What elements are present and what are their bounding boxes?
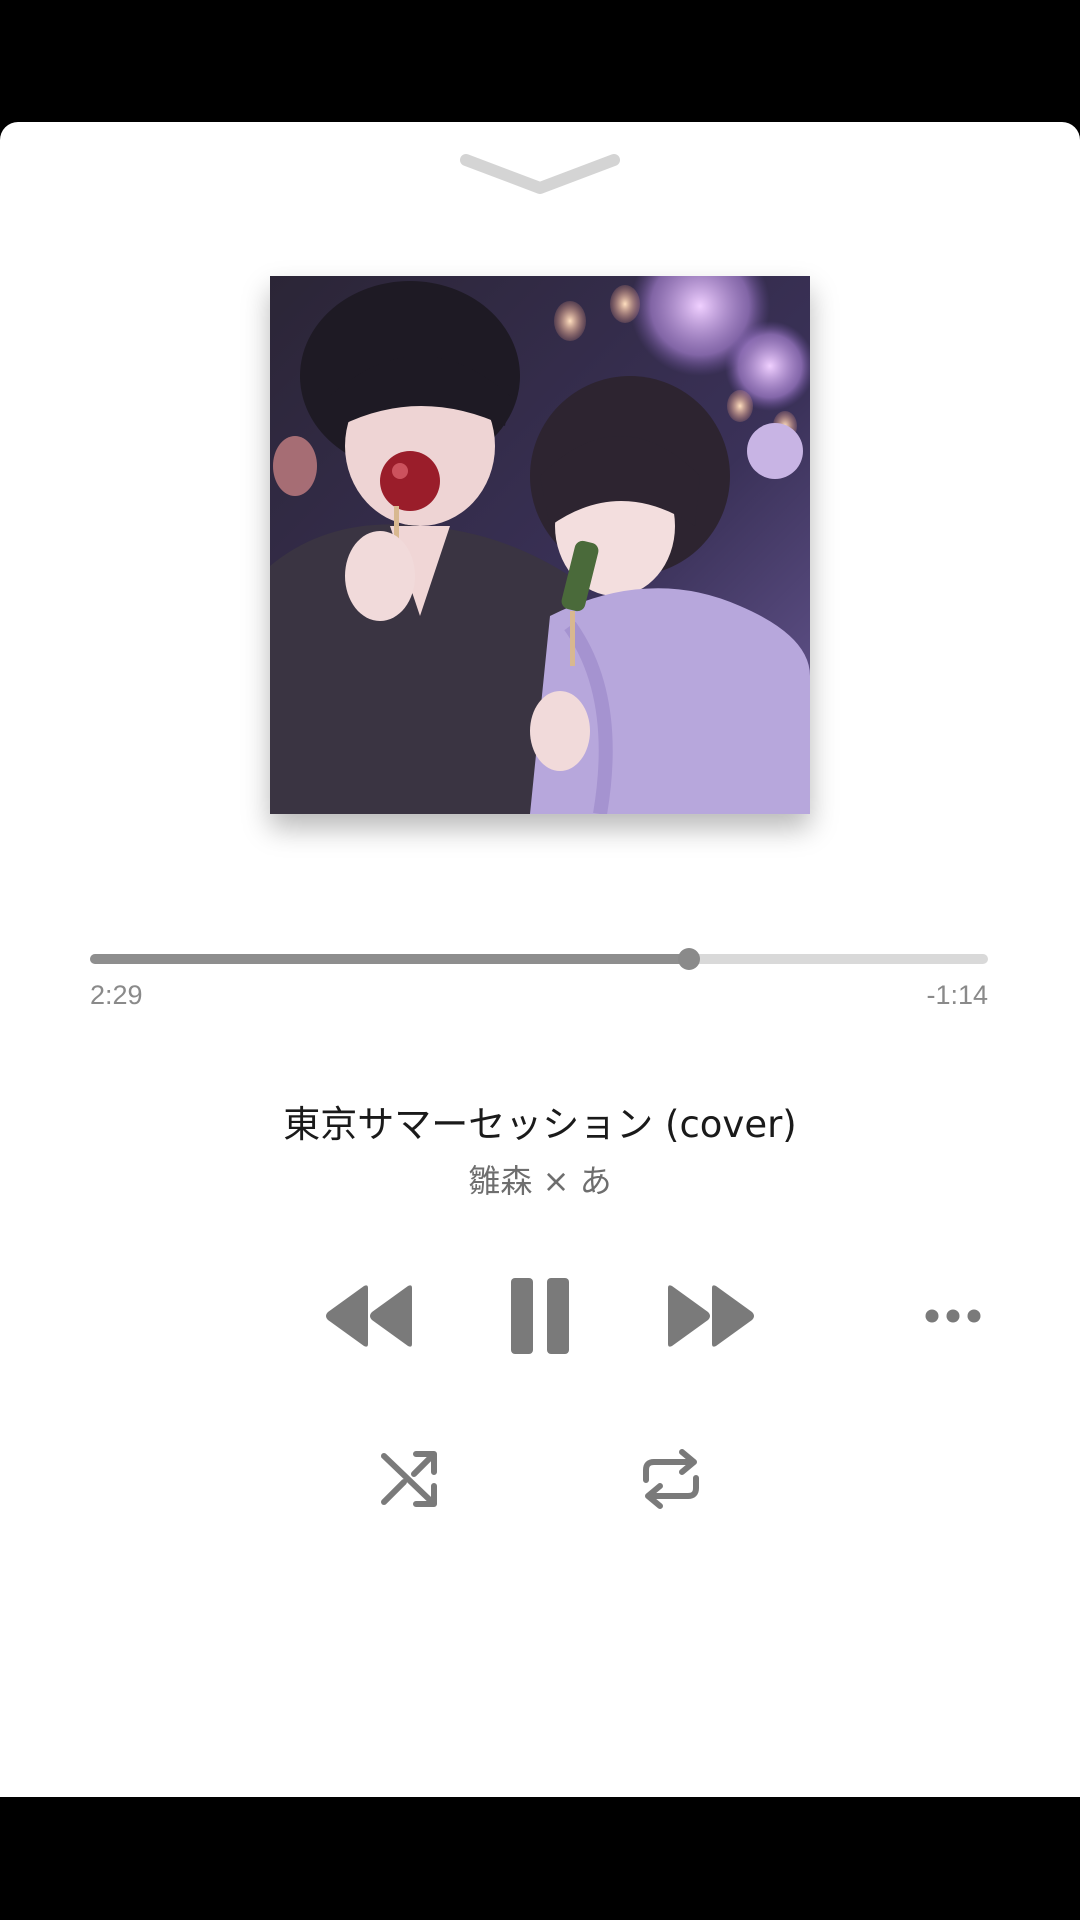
progress-fill: [90, 954, 689, 964]
progress-scrubber[interactable]: [90, 944, 988, 974]
pause-button[interactable]: [505, 1276, 575, 1356]
shuffle-icon: [381, 1451, 437, 1507]
album-artwork: [270, 276, 810, 814]
pause-icon: [511, 1278, 569, 1354]
more-button[interactable]: [920, 1300, 986, 1332]
chevron-down-icon: [460, 154, 620, 194]
more-icon: [925, 1309, 981, 1323]
bottom-bar-area: [0, 1797, 1080, 1920]
repeat-icon: [643, 1449, 699, 1509]
repeat-button[interactable]: [638, 1446, 704, 1512]
song-artist[interactable]: 雛森 × あ: [0, 1156, 1080, 1202]
song-title: 東京サマーセッション (cover): [283, 1103, 797, 1146]
progress-knob[interactable]: [678, 948, 700, 970]
shuffle-button[interactable]: [378, 1446, 444, 1512]
time-remaining: -1:14: [926, 980, 988, 1010]
time-elapsed: 2:29: [90, 980, 143, 1010]
dismiss-button[interactable]: [460, 150, 620, 200]
fast-forward-button[interactable]: [660, 1276, 760, 1356]
rewind-icon: [326, 1285, 412, 1347]
status-bar-area: [0, 0, 1080, 122]
rewind-button[interactable]: [320, 1276, 420, 1356]
progress-track: [90, 954, 988, 964]
fast-forward-icon: [668, 1285, 754, 1347]
